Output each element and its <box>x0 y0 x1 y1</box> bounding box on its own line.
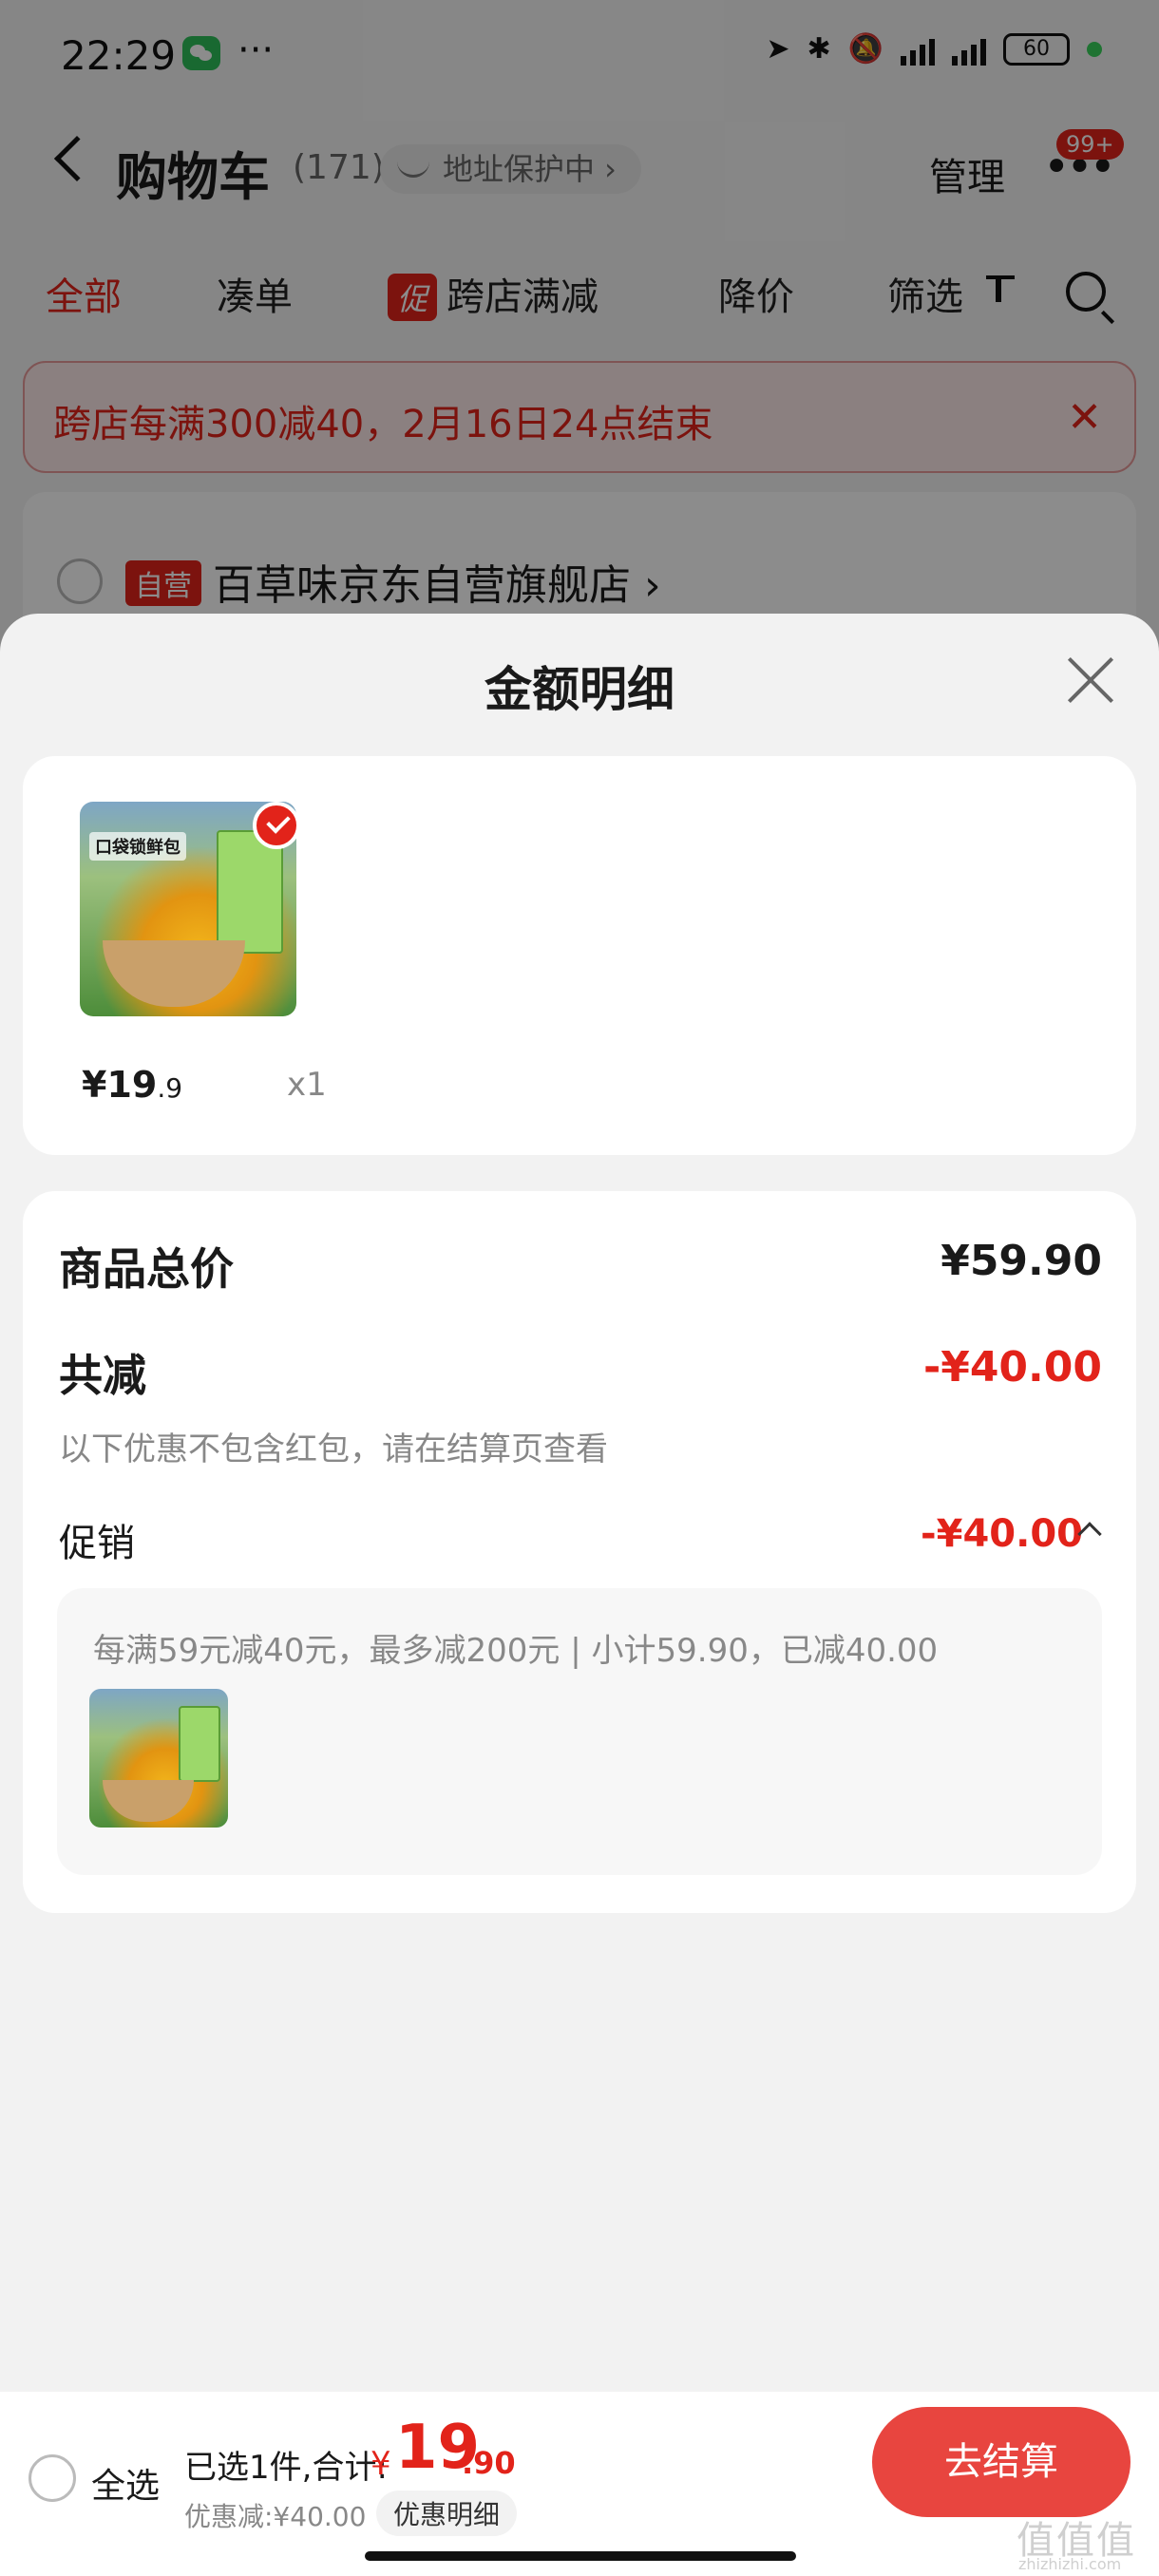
home-indicator[interactable] <box>365 2551 796 2561</box>
total-currency: ¥ <box>370 2445 391 2483</box>
sheet-title: 金额明细 <box>484 662 674 717</box>
select-all-radio[interactable] <box>28 2454 76 2502</box>
product-card: 口袋锁鲜包 ¥19.9 x1 <box>23 756 1136 1155</box>
total-label: 商品总价 <box>59 1243 234 1295</box>
product-price: ¥19.9 <box>82 1064 182 1106</box>
product-price-int: ¥19 <box>82 1064 158 1106</box>
cart-page-background: 22:29 ··· ➤ ✱ 🔕 60 购物车 (171) 地址保护中 › 管理 … <box>0 0 1159 665</box>
checkout-bar: 全选 已选1件,合计: ¥ 19 .90 优惠减:¥40.00 优惠明细 去结算… <box>0 2392 1159 2576</box>
product-box-graphic <box>179 1706 220 1782</box>
promo-label: 促销 <box>59 1522 135 1565</box>
chestnut-basket-graphic <box>103 1780 194 1822</box>
reduce-label: 共减 <box>59 1350 146 1401</box>
chestnut-basket-graphic <box>103 940 245 1007</box>
promo-value[interactable]: -¥40.00 <box>921 1512 1083 1556</box>
watermark-url: zhizhizhi.com <box>1018 2555 1122 2573</box>
discount-detail-button[interactable]: 优惠明细 <box>376 2491 518 2536</box>
total-amount-dec: .90 <box>462 2445 516 2481</box>
reduce-value: -¥40.00 <box>922 1343 1102 1392</box>
product-image-text: 口袋锁鲜包 <box>89 832 186 861</box>
selected-summary: 已选1件,合计: <box>184 2449 388 2487</box>
amount-detail-sheet: 金额明细 口袋锁鲜包 ¥19.9 x1 商品总价 ¥59.90 共减 -¥40.… <box>0 614 1159 2392</box>
product-price-dec: .9 <box>157 1072 183 1104</box>
promo-product-image[interactable] <box>89 1689 228 1828</box>
discount-summary: 优惠减:¥40.00 <box>184 2501 367 2532</box>
select-all-label[interactable]: 全选 <box>91 2458 160 2508</box>
promo-description: 每满59元减40元，最多减200元 | 小计59.90，已减40.00 <box>93 1632 939 1670</box>
summary-card: 商品总价 ¥59.90 共减 -¥40.00 以下优惠不包含红包，请在结算页查看… <box>23 1191 1136 1913</box>
total-value: ¥59.90 <box>940 1237 1102 1285</box>
check-icon <box>253 802 300 849</box>
dim-overlay[interactable] <box>0 0 1159 665</box>
redpacket-note: 以下优惠不包含红包，请在结算页查看 <box>59 1430 608 1468</box>
checkout-button[interactable]: 去结算 <box>872 2407 1130 2517</box>
close-icon[interactable] <box>1066 655 1115 705</box>
product-quantity: x1 <box>287 1066 327 1104</box>
promo-detail-box: 每满59元减40元，最多减200元 | 小计59.90，已减40.00 <box>57 1588 1102 1875</box>
